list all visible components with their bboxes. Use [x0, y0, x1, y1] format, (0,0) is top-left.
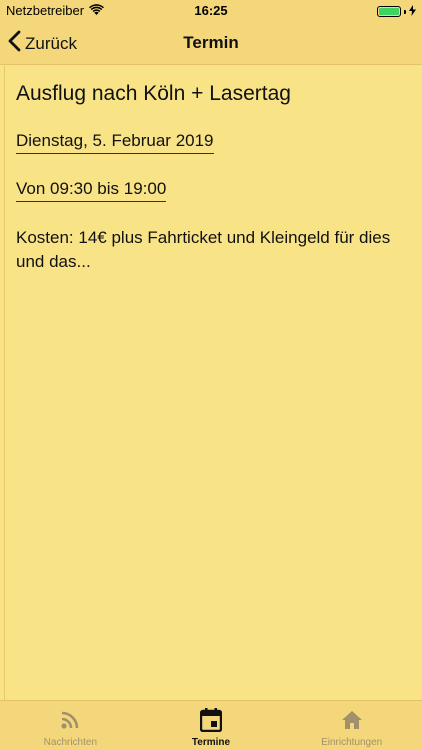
page-title: Termin [183, 33, 239, 52]
tab-bar: Nachrichten Termine Einrichtungen [0, 700, 422, 750]
tab-label: Termine [191, 737, 231, 748]
tab-nachrichten[interactable]: Nachrichten [0, 701, 141, 750]
event-time[interactable]: Von 09:30 bis 19:00 [16, 178, 167, 202]
status-time: 16:25 [194, 3, 228, 18]
event-detail: Ausflug nach Köln + Lasertag Dienstag, 5… [4, 66, 422, 700]
event-date-row: Dienstag, 5. Februar 2019 [16, 130, 410, 154]
tab-einrichtungen[interactable]: Einrichtungen [281, 701, 422, 750]
event-date[interactable]: Dienstag, 5. Februar 2019 [16, 130, 214, 154]
battery-fill [379, 8, 399, 15]
rss-icon [60, 707, 80, 733]
event-title: Ausflug nach Köln + Lasertag [16, 82, 291, 105]
charging-icon [409, 4, 416, 19]
status-bar: Netzbetreiber 16:25 [0, 0, 422, 20]
event-time-row: Von 09:30 bis 19:00 [16, 178, 410, 202]
home-icon [341, 707, 363, 733]
tab-termine[interactable]: Termine [141, 701, 282, 750]
event-description: Kosten: 14€ plus Fahrticket und Kleingel… [16, 228, 391, 271]
battery-icon [377, 6, 401, 17]
calendar-icon [200, 707, 222, 733]
navigation-bar: Zurück Termin [0, 20, 422, 65]
status-right [377, 4, 416, 19]
screen: Netzbetreiber 16:25 Zurück Termin Ausflu… [0, 0, 422, 750]
battery-tip [404, 9, 406, 14]
tab-label: Nachrichten [43, 737, 98, 748]
tab-label: Einrichtungen [321, 737, 383, 748]
